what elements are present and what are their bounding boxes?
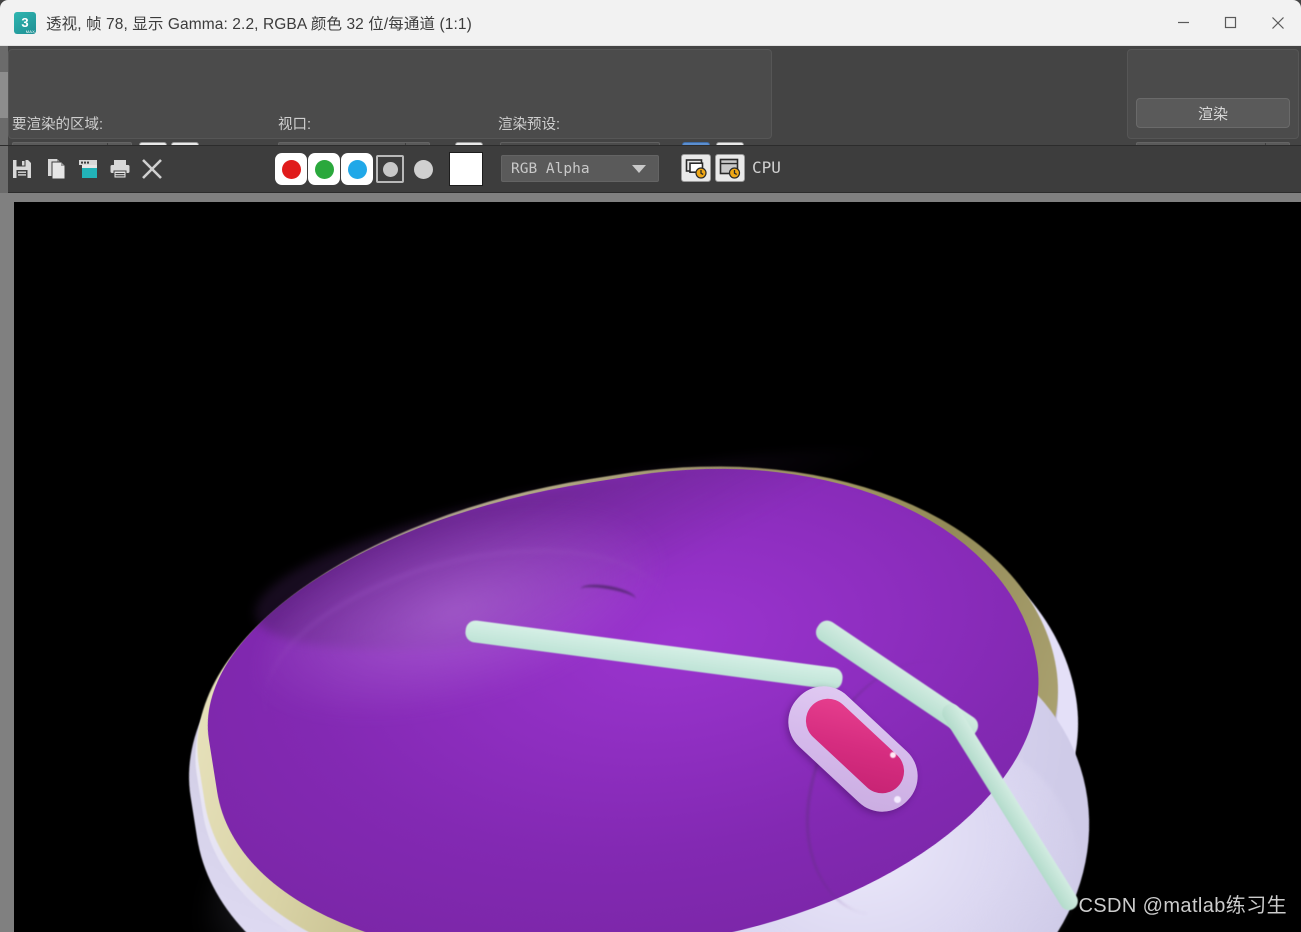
toolbar-scroll-thumb[interactable] (0, 72, 8, 118)
green-channel-dot (314, 159, 334, 179)
clear-icon[interactable] (137, 154, 167, 184)
duplicate-clock-icon[interactable] (681, 154, 711, 182)
channel-select[interactable]: RGB Alpha (501, 155, 659, 182)
image-viewport-frame: CSDN @matlab练习生 (0, 193, 1301, 932)
3dsmax-icon: 3 MAX (14, 11, 36, 34)
app-icon-sublabel: MAX (25, 28, 35, 34)
window-clock-icon[interactable] (715, 154, 745, 182)
save-icon[interactable] (7, 154, 37, 184)
mono-channel-button[interactable] (407, 153, 439, 185)
render-frame-window: 3 MAX 透视, 帧 78, 显示 Gamma: 2.2, RGBA 颜色 3… (0, 0, 1301, 932)
toolbar-scroll-rail[interactable] (0, 46, 8, 145)
window-title: 透视, 帧 78, 显示 Gamma: 2.2, RGBA 颜色 32 位/每通… (46, 15, 472, 33)
blue-channel-dot (347, 159, 367, 179)
area-to-render-label: 要渲染的区域: (12, 117, 104, 133)
render-options-panel (8, 49, 772, 139)
title-bar: 3 MAX 透视, 帧 78, 显示 Gamma: 2.2, RGBA 颜色 3… (0, 0, 1301, 46)
maximize-button[interactable] (1207, 0, 1254, 46)
blue-channel-button[interactable] (341, 153, 373, 185)
computer-mouse-3d-render (153, 328, 1127, 932)
rendered-image[interactable]: CSDN @matlab练习生 (14, 202, 1301, 932)
red-channel-dot (281, 159, 301, 179)
render-device-label: CPU (752, 158, 781, 177)
watermark: CSDN @matlab练习生 (1078, 895, 1287, 917)
mouse-wheel-specular-2 (894, 796, 901, 803)
render-settings-toolbar: 要渲染的区域: 视图 A 视口: (0, 46, 1301, 170)
render-preset-label: 渲染预设: (498, 117, 561, 133)
viewport-label: 视口: (278, 117, 312, 133)
clone-window-icon[interactable] (73, 154, 103, 184)
copy-icon[interactable] (41, 154, 71, 184)
alpha-channel-button[interactable] (376, 155, 404, 183)
alpha-channel-dot (382, 161, 398, 177)
background-color-swatch[interactable] (449, 152, 483, 186)
green-channel-button[interactable] (308, 153, 340, 185)
mono-channel-dot (413, 159, 433, 179)
render-button[interactable]: 渲染 (1136, 98, 1290, 128)
print-icon[interactable] (105, 154, 135, 184)
channel-select-value: RGB Alpha (511, 160, 590, 177)
close-button[interactable] (1254, 0, 1301, 46)
chevron-down-icon[interactable] (632, 164, 646, 173)
window-controls (1160, 0, 1301, 46)
red-channel-button[interactable] (275, 153, 307, 185)
minimize-button[interactable] (1160, 0, 1207, 46)
mouse-wheel-specular (890, 752, 896, 758)
